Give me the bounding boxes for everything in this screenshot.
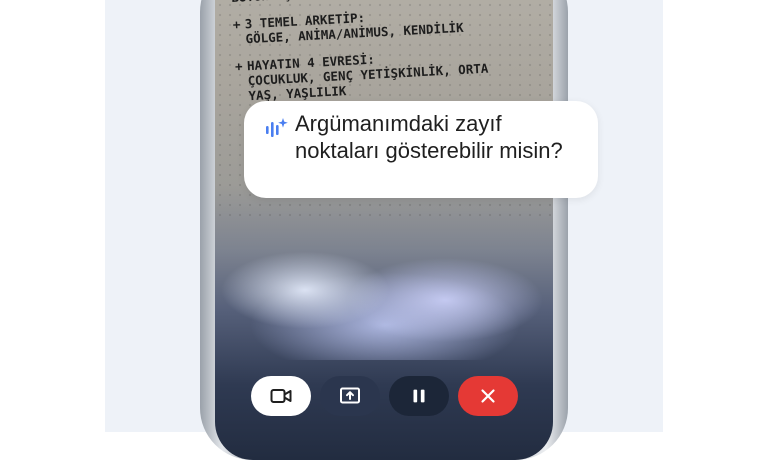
close-icon bbox=[481, 389, 495, 403]
screen-share-button[interactable] bbox=[320, 376, 380, 416]
note-item: +3 TEMEL ARKETİP: GÖLGE, ANİMA/ANİMUS, KE… bbox=[232, 1, 533, 47]
live-glow bbox=[215, 230, 553, 360]
bullet-mark: + bbox=[232, 16, 241, 32]
pause-icon bbox=[413, 389, 425, 403]
screen-share-icon bbox=[340, 387, 360, 404]
bullet-mark: + bbox=[234, 58, 243, 74]
handwritten-notes: BÜTÜNLEŞTİRME SÜRECİ+3 TEMEL ARKETİP:GÖL… bbox=[231, 0, 537, 116]
camera-button[interactable] bbox=[251, 376, 311, 416]
end-session-button[interactable] bbox=[458, 376, 518, 416]
pause-button[interactable] bbox=[389, 376, 449, 416]
prompt-text: Argümanımdaki zayıf noktaları gösterebil… bbox=[295, 111, 563, 163]
video-camera-icon bbox=[270, 389, 292, 403]
note-item: + HAYATIN 4 EVRESİ: ÇOCUKLUK, GENÇ YETİŞKİ… bbox=[235, 43, 537, 104]
gemini-spark-icon bbox=[266, 118, 288, 137]
